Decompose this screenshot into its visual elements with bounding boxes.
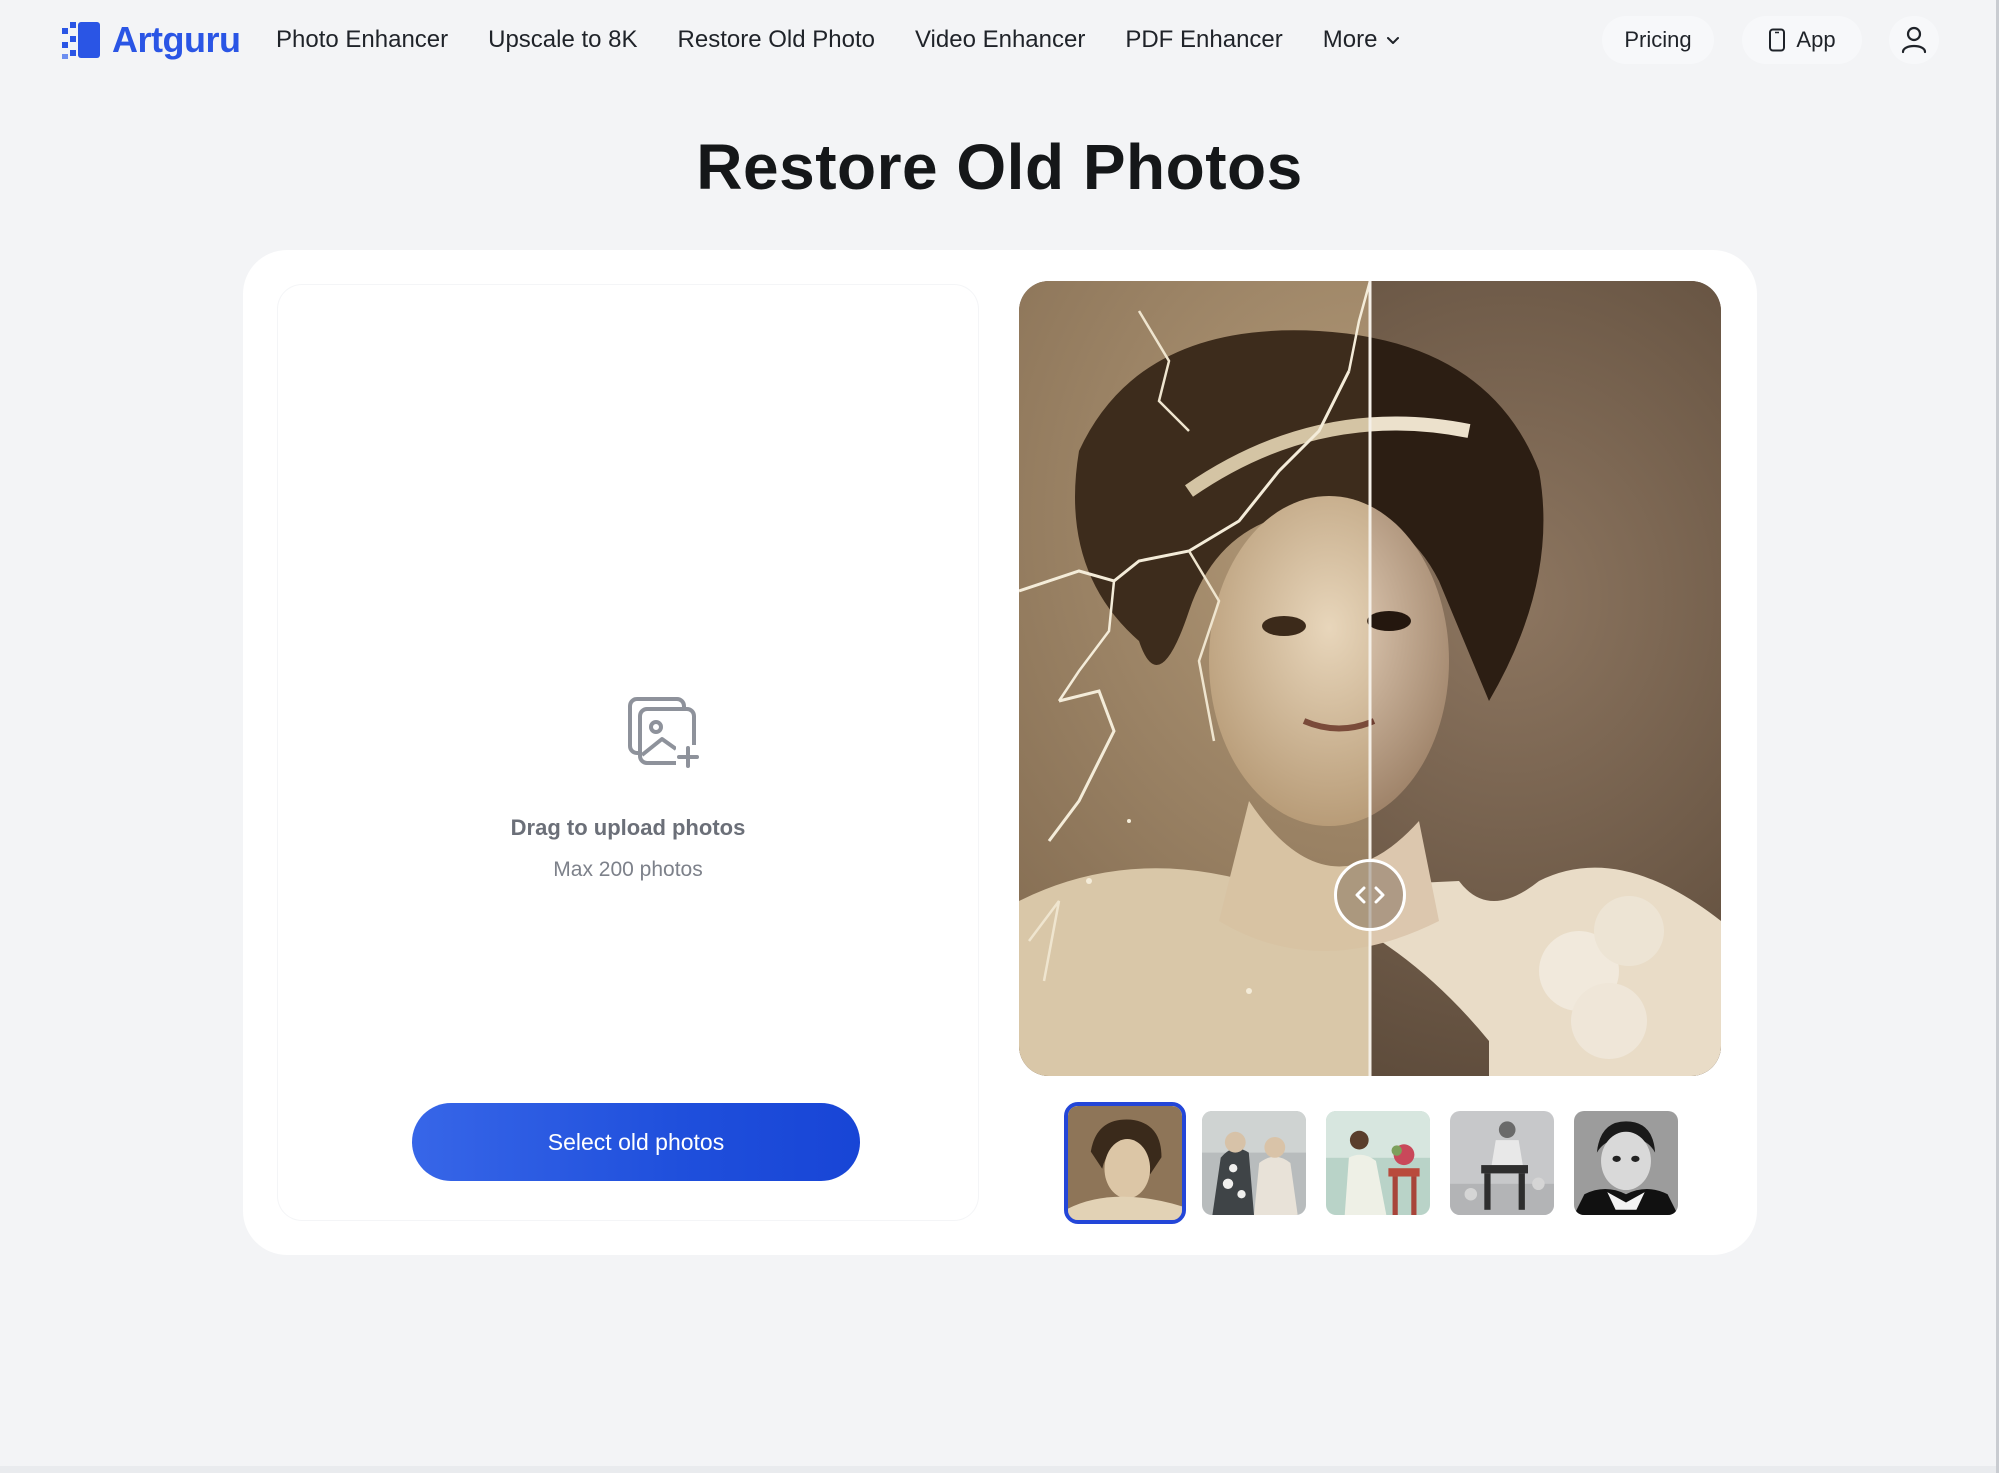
upload-title: Drag to upload photos (510, 815, 746, 840)
user-icon (1901, 26, 1927, 54)
top-navigation: Artguru Photo Enhancer Upscale to 8K Res… (0, 0, 1999, 80)
sample-thumb-3[interactable] (1322, 1107, 1434, 1219)
logo-mark-icon (62, 22, 100, 59)
app-button[interactable]: App (1742, 16, 1862, 64)
nav-upscale-8k[interactable]: Upscale to 8K (488, 26, 637, 54)
brand-name: Artguru (112, 19, 241, 60)
upload-limit: Max 200 photos (553, 858, 703, 881)
add-photo-icon (628, 697, 700, 769)
phone-icon (1769, 28, 1786, 52)
woman-portrait-sepia-icon (1068, 1106, 1182, 1220)
nav-pdf-enhancer[interactable]: PDF Enhancer (1125, 26, 1282, 54)
nav-photo-enhancer[interactable]: Photo Enhancer (276, 26, 448, 54)
page-title: Restore Old Photos (696, 131, 1303, 203)
woman-seated-color-icon (1326, 1111, 1430, 1215)
drag-arrows-icon (1355, 886, 1385, 904)
couple-floral-photo-icon (1202, 1111, 1306, 1215)
compare-slider-handle[interactable] (1334, 859, 1406, 931)
sample-thumbnails (1064, 1102, 1682, 1224)
sample-thumb-4[interactable] (1446, 1107, 1558, 1219)
select-old-photos-button[interactable]: Select old photos (412, 1103, 860, 1181)
restore-card: Drag to upload photos Max 200 photos Sel… (243, 250, 1757, 1255)
app-label: App (1796, 27, 1836, 52)
sample-portrait-image (1019, 281, 1721, 1076)
upload-dropzone[interactable]: Drag to upload photos Max 200 photos Sel… (278, 285, 978, 1220)
nav-more-label: More (1322, 26, 1378, 53)
nav-restore-old-photo[interactable]: Restore Old Photo (678, 26, 875, 54)
before-after-viewer[interactable] (1019, 281, 1721, 1076)
sample-thumb-1[interactable] (1064, 1102, 1186, 1224)
boy-portrait-bw-icon (1574, 1111, 1678, 1215)
artguru-logo[interactable]: Artguru (60, 18, 241, 62)
nav-video-enhancer[interactable]: Video Enhancer (915, 26, 1085, 54)
sample-thumb-2[interactable] (1198, 1107, 1310, 1219)
nav-more-dropdown[interactable]: More (1323, 26, 1402, 54)
pricing-button[interactable]: Pricing (1602, 16, 1714, 64)
chevron-down-icon (1387, 37, 1400, 44)
main-nav: Photo Enhancer Upscale to 8K Restore Old… (276, 20, 1401, 60)
pricing-label: Pricing (1624, 27, 1692, 52)
user-account-button[interactable] (1889, 16, 1939, 64)
next-section-peek (0, 1466, 1999, 1473)
child-on-stool-icon (1450, 1111, 1554, 1215)
sample-thumb-5[interactable] (1570, 1107, 1682, 1219)
